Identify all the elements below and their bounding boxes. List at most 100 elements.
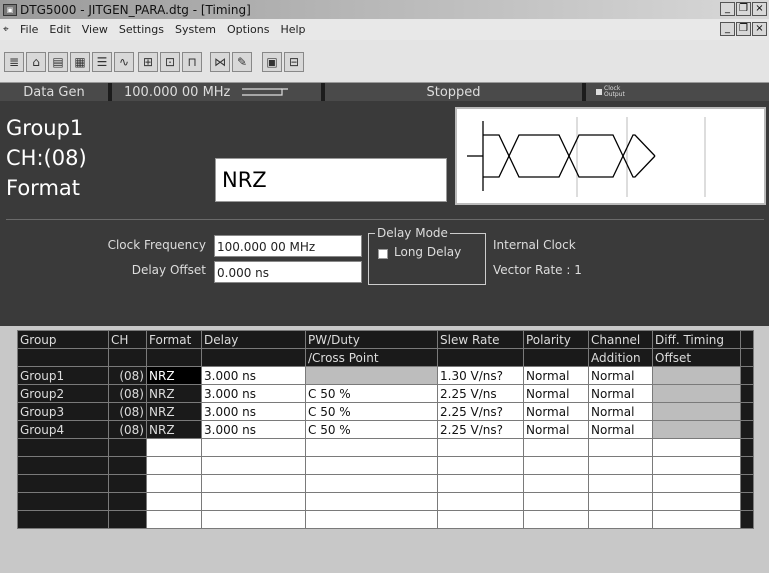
column-header[interactable]: Format [146, 330, 202, 349]
table-row[interactable]: Group2 (08) NRZ 3.000 ns C 50 % 2.25 V/n… [17, 384, 754, 403]
table-cell[interactable] [588, 456, 653, 475]
table-cell[interactable] [652, 492, 741, 511]
slew-rate-cell[interactable]: 2.25 V/ns [437, 384, 524, 403]
table-cell[interactable] [437, 474, 524, 493]
table-cell[interactable] [305, 492, 438, 511]
menu-settings[interactable]: Settings [119, 23, 164, 36]
scrollbar-cell[interactable] [740, 474, 754, 493]
table-row[interactable] [17, 474, 754, 493]
scrollbar-cell[interactable] [740, 402, 754, 421]
menu-options[interactable]: Options [227, 23, 269, 36]
table-cell[interactable] [523, 456, 589, 475]
column-header[interactable]: Channel [588, 330, 653, 349]
polarity-cell[interactable]: Normal [523, 366, 589, 385]
column-header[interactable]: Diff. Timing [652, 330, 741, 349]
table-cell[interactable] [305, 510, 438, 529]
polarity-cell[interactable]: Normal [523, 384, 589, 403]
diff-timing-cell[interactable] [652, 420, 741, 439]
close-button[interactable]: × [752, 2, 767, 16]
table-cell[interactable] [108, 492, 147, 511]
table-cell[interactable] [652, 474, 741, 493]
restore-button[interactable]: ❐ [736, 2, 751, 16]
settings-icon[interactable]: ≣ [4, 52, 24, 72]
table-cell[interactable] [201, 474, 306, 493]
polarity-cell[interactable]: Normal [523, 402, 589, 421]
menu-edit[interactable]: Edit [49, 23, 70, 36]
table-cell[interactable] [146, 492, 202, 511]
table-cell[interactable] [146, 456, 202, 475]
table-cell[interactable] [17, 492, 109, 511]
delay-cell[interactable]: 3.000 ns [201, 366, 306, 385]
table-cell[interactable] [523, 510, 589, 529]
menu-help[interactable]: Help [280, 23, 305, 36]
table-cell[interactable] [201, 438, 306, 457]
pw-duty-cell[interactable] [305, 366, 438, 385]
table-cell[interactable] [146, 474, 202, 493]
column-header[interactable]: Delay [201, 330, 306, 349]
scrollbar-cell[interactable] [740, 366, 754, 385]
format-cell[interactable]: NRZ [146, 384, 202, 403]
table-cell[interactable] [588, 510, 653, 529]
table-cell[interactable] [588, 474, 653, 493]
scrollbar-cell[interactable] [740, 510, 754, 529]
table-cell[interactable] [17, 456, 109, 475]
table-cell[interactable] [146, 510, 202, 529]
delay-cell[interactable]: 3.000 ns [201, 384, 306, 403]
format-cell[interactable]: NRZ [146, 366, 202, 385]
table-cell[interactable] [652, 510, 741, 529]
scrollbar-cell[interactable] [740, 420, 754, 439]
column-header[interactable]: CH [108, 330, 147, 349]
channel-addition-cell[interactable]: Normal [588, 366, 653, 385]
channel-addition-cell[interactable]: Normal [588, 420, 653, 439]
column-header[interactable]: Polarity [523, 330, 589, 349]
pw-duty-cell[interactable]: C 50 % [305, 384, 438, 403]
document-icon[interactable]: ⌖ [3, 24, 17, 36]
table-cell[interactable] [108, 474, 147, 493]
delay-offset-field[interactable]: 0.000 ns [214, 261, 362, 283]
table-row[interactable] [17, 456, 754, 475]
table-cell[interactable] [588, 438, 653, 457]
column-header[interactable]: PW/Duty [305, 330, 438, 349]
minimize-button[interactable]: _ [720, 2, 735, 16]
delay-cell[interactable]: 3.000 ns [201, 420, 306, 439]
menu-system[interactable]: System [175, 23, 216, 36]
ch-cell[interactable]: (08) [108, 402, 147, 421]
pattern-icon[interactable]: ⊞ [138, 52, 158, 72]
table-row[interactable]: Group1 (08) NRZ 3.000 ns 1.30 V/ns? Norm… [17, 366, 754, 385]
scrollbar-cell[interactable] [740, 438, 754, 457]
save-icon[interactable]: ▤ [48, 52, 68, 72]
table-cell[interactable] [201, 510, 306, 529]
table-cell[interactable] [437, 456, 524, 475]
channel-addition-cell[interactable]: Normal [588, 402, 653, 421]
slew-rate-cell[interactable]: 2.25 V/ns? [437, 402, 524, 421]
table-cell[interactable] [108, 510, 147, 529]
group-cell[interactable]: Group3 [17, 402, 109, 421]
run-icon[interactable]: ▣ [262, 52, 282, 72]
table-cell[interactable] [305, 456, 438, 475]
table-cell[interactable] [17, 474, 109, 493]
scrollbar-cell[interactable] [740, 492, 754, 511]
pw-duty-cell[interactable]: C 50 % [305, 420, 438, 439]
table-cell[interactable] [437, 492, 524, 511]
list-icon[interactable]: ☰ [92, 52, 112, 72]
diff-timing-cell[interactable] [652, 366, 741, 385]
table-cell[interactable] [652, 438, 741, 457]
edit-icon[interactable]: ✎ [232, 52, 252, 72]
scrollbar-cell[interactable] [740, 456, 754, 475]
timing-icon[interactable]: ⊡ [160, 52, 180, 72]
long-delay-checkbox[interactable] [378, 249, 388, 259]
table-row[interactable]: Group3 (08) NRZ 3.000 ns C 50 % 2.25 V/n… [17, 402, 754, 421]
doc-restore-button[interactable]: ❐ [736, 22, 751, 36]
output-icon[interactable]: ⊟ [284, 52, 304, 72]
table-cell[interactable] [523, 438, 589, 457]
table-cell[interactable] [201, 492, 306, 511]
table-row[interactable] [17, 492, 754, 511]
ch-cell[interactable]: (08) [108, 384, 147, 403]
format-value-field[interactable]: NRZ [215, 158, 447, 202]
diff-timing-cell[interactable] [652, 402, 741, 421]
table-cell[interactable] [652, 456, 741, 475]
grid-icon[interactable]: ▦ [70, 52, 90, 72]
ch-cell[interactable]: (08) [108, 366, 147, 385]
table-cell[interactable] [305, 438, 438, 457]
table-cell[interactable] [523, 474, 589, 493]
